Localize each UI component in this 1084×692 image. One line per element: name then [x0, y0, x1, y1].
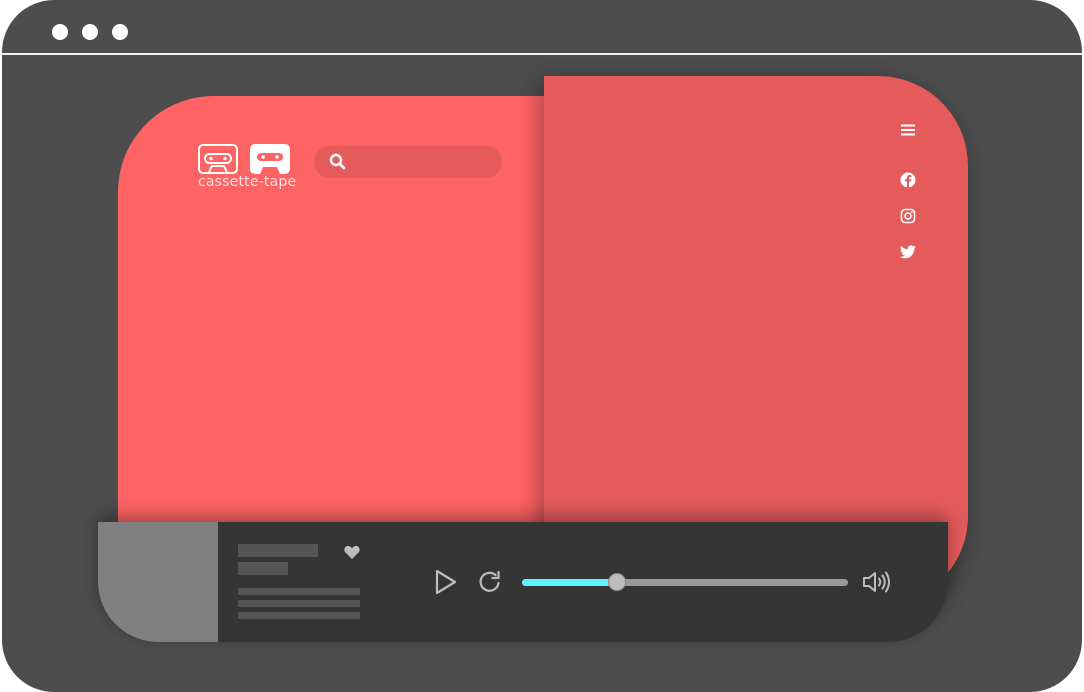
instagram-icon[interactable] [898, 206, 918, 226]
track-artist-placeholder [238, 562, 288, 575]
browser-window: cassette-tape [2, 0, 1082, 692]
track-info-line [238, 612, 360, 619]
music-player [98, 522, 948, 642]
brand-logo[interactable]: cassette-tape [198, 144, 298, 194]
twitter-icon[interactable] [898, 242, 918, 262]
facebook-icon[interactable] [898, 170, 918, 190]
search-icon [328, 152, 348, 172]
search-input[interactable] [354, 150, 498, 176]
track-info-line [238, 588, 360, 595]
app-container: cassette-tape [2, 0, 1082, 692]
brand-name: cassette-tape [198, 174, 297, 190]
volume-icon[interactable] [860, 567, 892, 597]
play-icon[interactable] [432, 568, 460, 596]
track-title-placeholder [238, 544, 318, 557]
progress-bar[interactable] [522, 573, 848, 591]
cassette-outline-icon [198, 144, 238, 174]
cassette-solid-icon [250, 144, 290, 174]
repeat-icon[interactable] [476, 568, 504, 596]
hamburger-menu-icon[interactable] [898, 120, 918, 140]
album-art[interactable] [98, 522, 218, 642]
progress-thumb[interactable] [607, 573, 626, 591]
search-bar[interactable] [314, 146, 502, 178]
heart-icon[interactable] [342, 542, 362, 562]
track-info-line [238, 600, 360, 607]
progress-fill [522, 579, 617, 586]
